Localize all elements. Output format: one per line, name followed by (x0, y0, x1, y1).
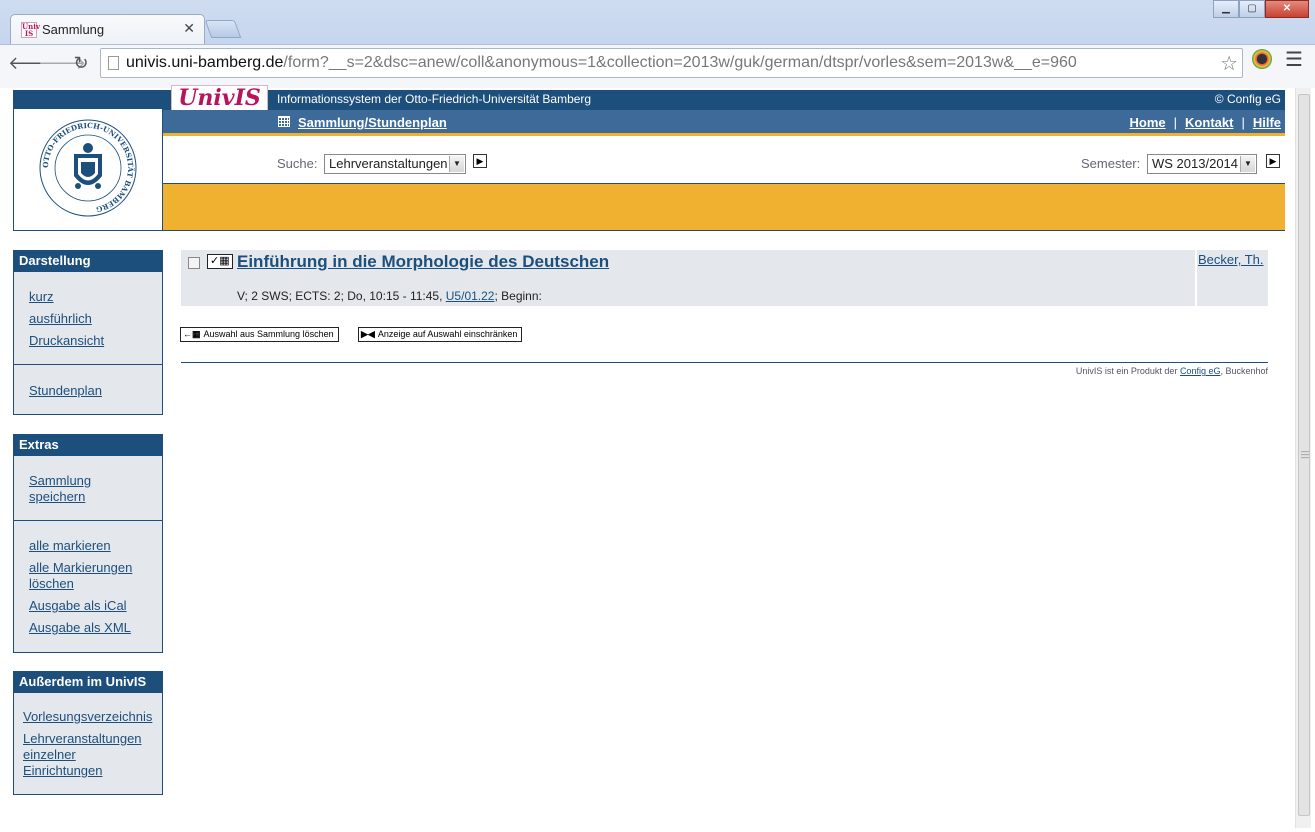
header-copyright: © Config eG (1214, 92, 1281, 106)
sidebar-item-stundenplan[interactable]: Stundenplan (29, 383, 162, 399)
search-type-value: Lehrveranstaltungen (329, 156, 448, 171)
sidebar-group: Vorlesungsverzeichnis Lehrveranstaltunge… (14, 692, 162, 785)
scrollbar-grip-icon: — — — (1301, 447, 1309, 462)
sidebar-item-kurz[interactable]: kurz (29, 289, 162, 305)
sidebar-group: kurz ausführlich Druckansicht (14, 271, 162, 364)
chevron-down-icon: ▼ (1240, 156, 1255, 172)
extension-icon[interactable] (1252, 49, 1272, 69)
window-controls: ▁ ▢ ✕ (1213, 0, 1309, 18)
orange-band (163, 184, 1285, 231)
scrollbar-thumb[interactable]: — — — (1298, 94, 1310, 816)
chevron-down-icon: ▼ (449, 156, 464, 172)
search-band: Suche: Lehrveranstaltungen ▼ ▶ Semester:… (163, 136, 1285, 184)
header-title: Informationssystem der Otto-Friedrich-Un… (277, 92, 592, 106)
sidebar-ausserdem: Außerdem im UnivIS Vorlesungsverzeichnis… (13, 671, 163, 795)
sidebar-group: Stundenplan (14, 364, 162, 405)
lecturer-link[interactable]: Becker, Th. (1198, 252, 1264, 267)
sidebar-item-ical[interactable]: Ausgabe als iCal (29, 598, 162, 614)
sidebar-item-vorlesungsverzeichnis[interactable]: Vorlesungsverzeichnis (23, 709, 162, 725)
browser-tab[interactable]: Univ IS Sammlung ✕ (10, 14, 205, 44)
header-links: Home | Kontakt | Hilfe (1130, 115, 1281, 130)
course-info: V; 2 SWS; ECTS: 2; Do, 10:15 - 11:45, U5… (237, 289, 542, 303)
home-link[interactable]: Home (1130, 115, 1166, 130)
sidebar-item-druckansicht[interactable]: Druckansicht (29, 333, 162, 349)
header-nav-bar: Sammlung/Stundenplan Home | Kontakt | Hi… (163, 110, 1285, 136)
forward-icon[interactable]: 🡒 (38, 50, 86, 76)
search-type-select[interactable]: Lehrveranstaltungen ▼ (324, 154, 466, 174)
university-seal-icon: OTTO-FRIEDRICH-UNIVERSITÄT BAMBERG (39, 119, 137, 217)
schedule-check-icon[interactable]: ✓▦ (207, 254, 233, 269)
bookmark-star-icon[interactable]: ☆ (1220, 51, 1238, 76)
link-separator: | (1173, 115, 1178, 130)
maximize-icon[interactable]: ▢ (1239, 0, 1265, 18)
kontakt-link[interactable]: Kontakt (1185, 115, 1233, 130)
course-title-link[interactable]: Einführung in die Morphologie des Deutsc… (237, 252, 609, 272)
browser-chrome: Univ IS Sammlung ✕ ▁ ▢ ✕ 🡐 🡒 ↻ univis.uni… (0, 0, 1315, 88)
menu-icon[interactable]: ☰ (1285, 47, 1303, 72)
univis-logo[interactable]: UnivIS (171, 85, 268, 112)
sidebar-title: Darstellung (14, 251, 162, 271)
timetable-grid-icon (278, 116, 290, 127)
breadcrumb-sammlung[interactable]: Sammlung/Stundenplan (298, 115, 447, 130)
page-icon (108, 56, 119, 70)
semester-go-button[interactable]: ▶ (1266, 154, 1280, 168)
sidebar-item-xml[interactable]: Ausgabe als XML (29, 620, 162, 636)
univis-favicon-icon: Univ IS (21, 22, 40, 38)
tab-title: Sammlung (42, 22, 105, 37)
close-tab-icon[interactable]: ✕ (183, 20, 195, 37)
page-content: OTTO-FRIEDRICH-UNIVERSITÄT BAMBERG UnivI… (13, 85, 1285, 826)
vertical-scrollbar[interactable]: — — — (1295, 88, 1311, 828)
hilfe-link[interactable]: Hilfe (1253, 115, 1281, 130)
column-divider (1195, 250, 1197, 306)
footer-text: UnivIS ist ein Produkt der Config eG, Bu… (1075, 366, 1268, 376)
course-checkbox[interactable] (188, 257, 200, 269)
sidebar-item-alle-markieren[interactable]: alle markieren (29, 538, 162, 554)
semester-label: Semester: (1081, 156, 1141, 171)
university-logo-box: OTTO-FRIEDRICH-UNIVERSITÄT BAMBERG (13, 90, 163, 231)
new-tab-button[interactable] (204, 20, 242, 38)
restrict-selection-button[interactable]: ▶◀ Anzeige auf Auswahl einschränken (358, 327, 523, 342)
sidebar-item-ausfuehrlich[interactable]: ausführlich (29, 311, 162, 327)
address-bar[interactable]: univis.uni-bamberg.de/form?__s=2&dsc=ane… (100, 48, 1243, 78)
back-icon[interactable]: 🡐 (8, 50, 56, 76)
reload-icon[interactable]: ↻ (68, 50, 94, 76)
arrow-grid-icon: ←▦ (183, 329, 201, 339)
sidebar-extras: Extras Sammlung speichern alle markieren … (13, 434, 163, 653)
url-text: univis.uni-bamberg.de/form?__s=2&dsc=ane… (126, 54, 1077, 71)
search-go-button[interactable]: ▶ (473, 154, 487, 168)
logo-top-bar (14, 91, 162, 109)
link-separator: | (1241, 115, 1245, 130)
search-label: Suche: (277, 156, 318, 171)
sidebar-group: alle markieren alle Markierungen löschen … (14, 520, 162, 642)
footer-divider (181, 362, 1268, 363)
close-window-icon[interactable]: ✕ (1265, 0, 1309, 18)
course-info-suffix: ; Beginn: (494, 289, 542, 303)
sidebar-item-lehrveranstaltungen[interactable]: Lehrveranstaltungen einzelner Einrichtunge… (23, 731, 162, 779)
course-list-item: ✓▦ Einführung in die Morphologie des Deu… (181, 250, 1268, 306)
semester-value: WS 2013/2014 (1152, 156, 1239, 171)
sidebar-group: Sammlung speichern (14, 455, 162, 520)
play-back-icon: ▶◀ (361, 329, 375, 339)
sidebar-item-sammlung-speichern[interactable]: Sammlung speichern (29, 473, 162, 505)
sidebar-title: Außerdem im UnivIS (14, 672, 162, 692)
sidebar-darstellung: Darstellung kurz ausführlich Druckansich… (13, 250, 163, 415)
delete-selection-button[interactable]: ←▦ Auswahl aus Sammlung löschen (180, 327, 339, 342)
browser-toolbar: 🡐 🡒 ↻ univis.uni-bamberg.de/form?__s=2&d… (0, 44, 1315, 88)
config-eg-link[interactable]: Config eG (1180, 366, 1221, 376)
sidebar-item-markierungen-loeschen[interactable]: alle Markierungen löschen (29, 560, 162, 592)
room-link[interactable]: U5/01.22 (446, 289, 495, 303)
minimize-icon[interactable]: ▁ (1213, 0, 1239, 18)
sidebar-title: Extras (14, 435, 162, 455)
semester-select[interactable]: WS 2013/2014 ▼ (1147, 154, 1257, 174)
course-info-text: V; 2 SWS; ECTS: 2; Do, 10:15 - 11:45, (237, 289, 446, 303)
